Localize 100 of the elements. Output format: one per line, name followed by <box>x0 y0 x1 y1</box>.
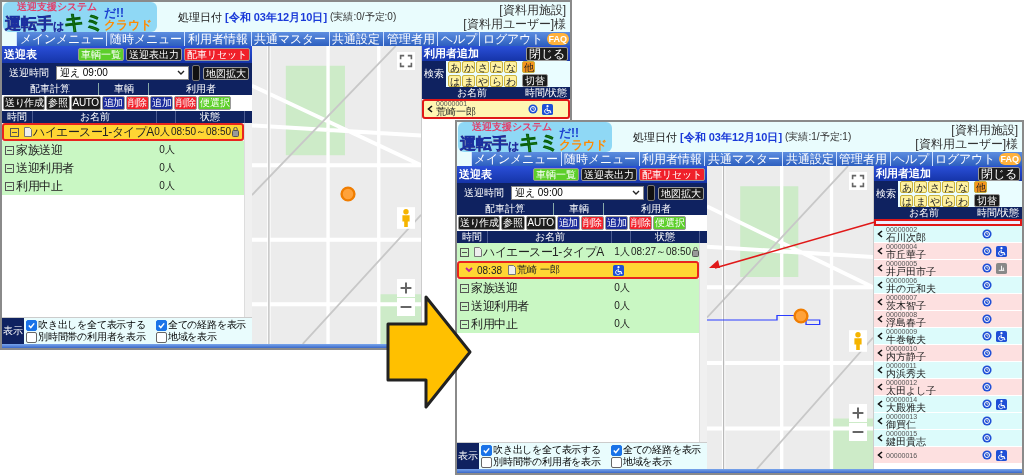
collapse-icon[interactable] <box>460 283 469 293</box>
collapse-icon[interactable] <box>5 163 14 173</box>
toggle-switch[interactable] <box>192 65 200 81</box>
fullscreen-icon[interactable] <box>849 172 867 190</box>
zoom-out-icon[interactable] <box>849 423 867 441</box>
chevron-left-icon[interactable] <box>877 264 883 272</box>
kana-button[interactable]: は <box>448 74 461 87</box>
chevron-left-icon[interactable] <box>877 451 883 459</box>
action-button[interactable]: 追加 <box>150 96 174 110</box>
chevron-left-icon[interactable] <box>877 298 883 306</box>
chevron-left-icon[interactable] <box>877 383 883 391</box>
location-marker-icon[interactable] <box>339 186 356 203</box>
action-button[interactable]: 参照 <box>46 96 70 110</box>
zoom-out-icon[interactable] <box>397 298 415 316</box>
toolbar-button[interactable]: 配車リセット <box>184 48 250 61</box>
fullscreen-icon[interactable] <box>397 52 415 70</box>
schedule-row[interactable]: 利用中止 0人 <box>457 315 699 333</box>
collapse-icon[interactable] <box>460 247 469 257</box>
action-button[interactable]: 追加 <box>605 216 629 230</box>
toolbar-button[interactable]: 送迎表出力 <box>126 48 182 61</box>
chevron-left-icon[interactable] <box>877 332 883 340</box>
action-button[interactable]: 削除 <box>174 96 198 110</box>
kana-button[interactable]: な <box>956 181 969 193</box>
collapse-icon[interactable] <box>10 127 19 137</box>
action-button[interactable]: 参照 <box>501 216 525 230</box>
schedule-row[interactable]: 送迎利用者 0人 <box>2 159 244 177</box>
chevron-left-icon[interactable] <box>877 247 883 255</box>
close-button[interactable]: 閉じる <box>978 166 1020 181</box>
collapse-icon[interactable] <box>5 145 14 155</box>
kana-button[interactable]: な <box>504 61 517 73</box>
chevron-down-icon[interactable] <box>632 190 640 196</box>
collapse-icon[interactable] <box>460 319 469 329</box>
toggle-switch[interactable] <box>647 185 655 201</box>
kana-button[interactable]: や <box>476 74 489 87</box>
toolbar-button[interactable]: 送迎表出力 <box>581 168 637 181</box>
action-button[interactable]: 追加 <box>556 216 580 230</box>
chevron-left-icon[interactable] <box>427 105 433 113</box>
schedule-row[interactable]: 家族送迎 0人 <box>457 279 699 297</box>
close-button[interactable]: 閉じる <box>526 46 568 61</box>
schedule-row[interactable]: 家族送迎 0人 <box>2 141 244 159</box>
action-button[interactable]: 追加 <box>101 96 125 110</box>
chevron-left-icon[interactable] <box>877 400 883 408</box>
kana-button[interactable]: か <box>914 181 927 193</box>
kana-button[interactable]: あ <box>448 61 461 73</box>
action-button[interactable]: AUTO <box>70 96 101 110</box>
scrollbar[interactable] <box>699 243 707 442</box>
kana-button[interactable]: た <box>942 181 955 193</box>
chevron-left-icon[interactable] <box>877 417 883 425</box>
checkbox[interactable] <box>481 444 492 456</box>
chevron-left-icon[interactable] <box>877 434 883 442</box>
action-button[interactable]: 削除 <box>629 216 653 230</box>
kana-button[interactable]: ら <box>942 194 955 207</box>
action-button[interactable]: 削除 <box>580 216 604 230</box>
schedule-row[interactable]: 08:38 荒崎 一郎 <box>457 261 699 279</box>
kana-button[interactable]: ら <box>490 74 503 87</box>
checkbox[interactable] <box>155 331 167 343</box>
kana-button[interactable]: ま <box>462 74 475 87</box>
schedule-row[interactable]: ハイエースー1-タイプA0人08:50～08:50 <box>2 123 244 141</box>
chevron-down-icon[interactable] <box>177 70 185 76</box>
other-button[interactable]: 他 <box>974 181 987 193</box>
scrollbar[interactable] <box>244 123 252 317</box>
checkbox[interactable] <box>155 319 167 331</box>
chevron-left-icon[interactable] <box>877 281 883 289</box>
other-button[interactable]: 他 <box>522 61 535 73</box>
chevron-left-icon[interactable] <box>877 366 883 374</box>
schedule-row[interactable]: 利用中止 0人 <box>2 177 244 195</box>
schedule-row[interactable]: 送迎利用者 0人 <box>457 297 699 315</box>
time-select[interactable]: 迎え 09:00 <box>56 66 189 80</box>
kana-button[interactable]: わ <box>956 194 969 207</box>
toolbar-button[interactable]: 配車リセット <box>639 168 705 181</box>
kana-button[interactable]: た <box>490 61 503 73</box>
checkbox[interactable] <box>26 319 37 331</box>
time-select[interactable]: 迎え 09:00 <box>511 186 644 200</box>
collapse-icon[interactable] <box>5 181 14 191</box>
collapse-icon[interactable] <box>460 301 469 311</box>
kana-button[interactable]: か <box>462 61 475 73</box>
map-expand-button[interactable]: 地図拡大 <box>203 66 249 80</box>
chevron-left-icon[interactable] <box>877 315 883 323</box>
action-button[interactable]: 送り作成 <box>3 96 46 110</box>
map-expand-button[interactable]: 地図拡大 <box>658 186 704 200</box>
zoom-in-icon[interactable] <box>849 404 867 422</box>
action-button[interactable]: 削除 <box>125 96 149 110</box>
zoom-in-icon[interactable] <box>397 279 415 297</box>
kana-button[interactable]: ま <box>914 194 927 207</box>
chevron-left-icon[interactable] <box>877 230 883 238</box>
kana-button[interactable]: は <box>900 194 913 207</box>
action-button[interactable]: 送り作成 <box>458 216 501 230</box>
kana-button[interactable]: さ <box>476 61 489 73</box>
chevron-left-icon[interactable] <box>877 349 883 357</box>
kana-button[interactable]: わ <box>504 74 517 87</box>
action-button[interactable]: AUTO <box>525 216 556 230</box>
checkbox[interactable] <box>610 444 622 456</box>
schedule-row[interactable]: ハイエースー1-タイプA 1人08:27～08:50 <box>457 243 699 261</box>
kana-button[interactable]: や <box>928 194 941 207</box>
checkbox[interactable] <box>481 456 492 468</box>
switch-button[interactable]: 切替 <box>974 194 1000 207</box>
kana-button[interactable]: あ <box>900 181 913 193</box>
location-marker-icon[interactable] <box>793 308 810 325</box>
switch-button[interactable]: 切替 <box>522 74 548 87</box>
checkbox[interactable] <box>26 331 37 343</box>
